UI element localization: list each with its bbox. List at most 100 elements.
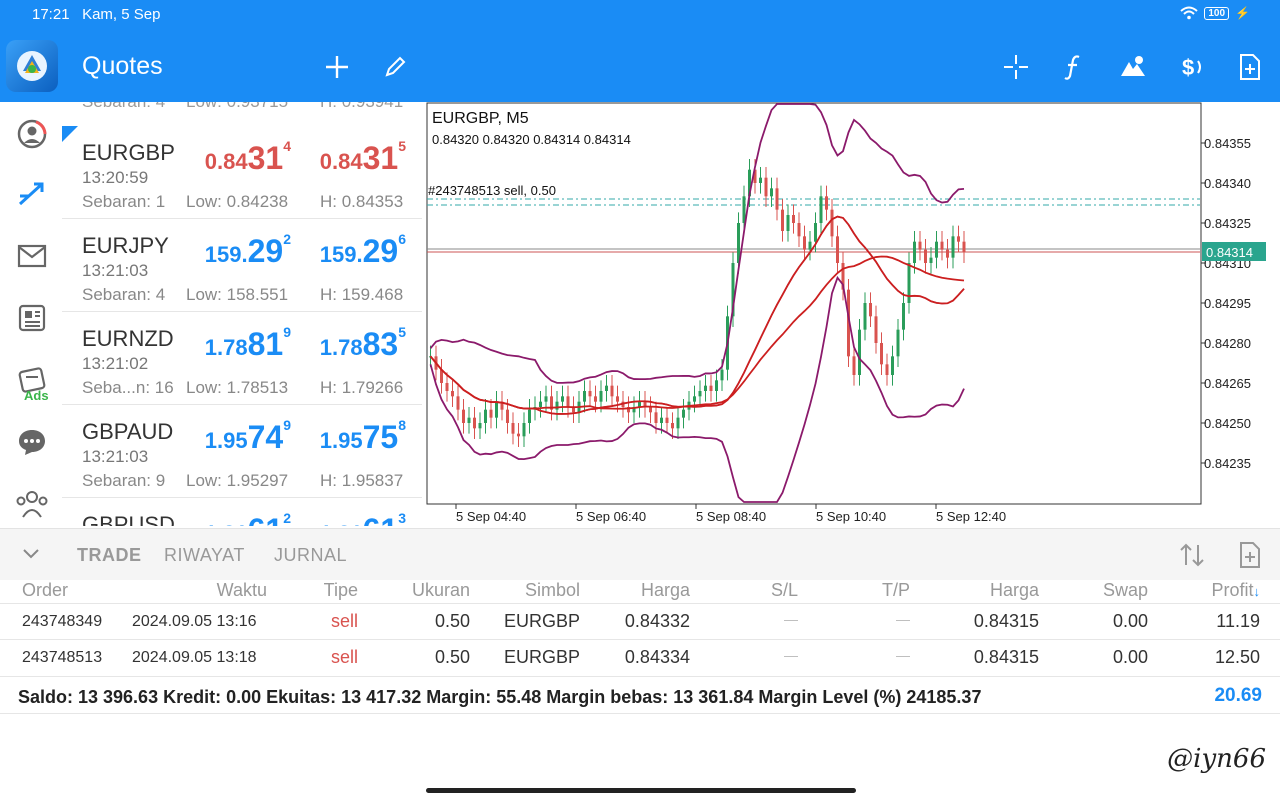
home-indicator[interactable] (426, 788, 856, 793)
nav-community[interactable] (10, 482, 54, 526)
col-sl: S/L (770, 580, 798, 600)
candle-body (616, 396, 619, 402)
trade-open-price: 0.84332 (624, 611, 690, 631)
trade-sl: — (784, 647, 798, 663)
candle-body (445, 383, 449, 391)
sort-icon[interactable] (1178, 542, 1206, 568)
crosshair-icon (1004, 55, 1028, 79)
nav-chat[interactable] (10, 420, 54, 464)
battery-icon: 100 (1204, 6, 1230, 20)
bid-price: 1.95749 (204, 417, 291, 455)
candle-body (506, 409, 509, 423)
nav-chart[interactable] (10, 172, 54, 216)
price-chart[interactable]: 0.84355 0.84340 0.84325 0.84310 0.84295 0.842… (426, 102, 1280, 526)
trade-order: 243748513 (22, 649, 103, 666)
new-document-icon (1240, 54, 1260, 80)
quote-row-gbpaud[interactable]: GBPAUD 13:21:03 Sebaran: 9 Low: 1.95297 H: 1… (62, 405, 422, 498)
candle-body (720, 369, 724, 381)
account-summary: Saldo: 13 396.63 Kredit: 0.00 Ekuitas: 1… (0, 678, 1280, 714)
candle-body (517, 433, 520, 437)
function-icon (1064, 55, 1080, 80)
edit-button[interactable] (378, 50, 412, 84)
table-row[interactable]: 243748349 2024.09.05 13:16 sell 0.50 EURGBP 0… (0, 603, 1280, 640)
chevron-down-icon[interactable] (22, 547, 40, 561)
trade-type: sell (330, 647, 358, 667)
candle-body (946, 249, 949, 258)
candle-body (676, 417, 680, 429)
tab-jurnal[interactable]: JURNAL (274, 545, 347, 566)
quote-symbol: EURJPY (82, 233, 169, 258)
candle-body (709, 385, 713, 391)
add-icon (326, 56, 348, 78)
x-tick-label: 5 Sep 08:40 (696, 509, 766, 524)
quote-row-eurnzd[interactable]: EURNZD 13:21:02 Seba...n: 16 Low: 1.78513 H:… (62, 312, 422, 405)
trade-open-price: 0.84334 (624, 647, 690, 667)
nav-news[interactable] (10, 296, 54, 340)
trade-price: 0.84315 (973, 647, 1039, 667)
candle-body (698, 391, 702, 397)
dollar-signal-icon: $ (1182, 55, 1201, 80)
quote-row-gbpusd[interactable]: GBPUSD 1.31612 1.31613 (62, 498, 422, 526)
quote-row-eurgbp[interactable]: EURGBP 13:20:59 Sebaran: 1 Low: 0.84238 H: 0… (62, 126, 422, 219)
table-row[interactable]: 243748513 2024.09.05 13:18 sell 0.50 EURGBP 0… (0, 640, 1280, 677)
ask-price: 159.296 (319, 231, 406, 269)
wifi-icon (1180, 6, 1199, 20)
app-logo[interactable] (6, 40, 58, 92)
chart-canvas[interactable]: 0.843550.843400.843250.843100.842950.842… (426, 102, 1280, 526)
candle-body (803, 236, 806, 250)
tab-trade[interactable]: TRADE (77, 545, 142, 566)
candle-body (852, 356, 856, 375)
x-tick-label: 5 Sep 12:40 (936, 509, 1006, 524)
candle-body (957, 236, 960, 242)
current-price-label: 0.84314 (1206, 245, 1253, 260)
candle-body (797, 223, 801, 237)
indicators-button[interactable] (1057, 50, 1091, 84)
y-tick-label: 0.84325 (1204, 216, 1251, 231)
chart-arrows-icon (18, 182, 44, 206)
objects-button[interactable] (1116, 50, 1150, 84)
candle-body (781, 209, 784, 231)
x-tick-label: 5 Sep 04:40 (456, 509, 526, 524)
status-icons: 100 ⚡ (1180, 6, 1250, 20)
sort-down-icon: ↓ (1253, 584, 1261, 599)
moving-average-slow (429, 255, 965, 410)
add-symbol-button[interactable] (320, 50, 354, 84)
candle-body (588, 391, 592, 397)
quote-high: H: 1.95837 (320, 471, 404, 490)
quote-low: Low: 1.78513 (186, 378, 289, 397)
candle-body (594, 396, 597, 402)
new-document-icon[interactable] (1238, 541, 1262, 569)
nav-mail[interactable] (10, 234, 54, 278)
quote-spread: Seba...n: 16 (82, 378, 174, 397)
candle-body (478, 423, 482, 429)
plot-frame (426, 102, 1202, 505)
nav-quotes[interactable] (10, 112, 54, 156)
trade-size: 0.50 (434, 647, 470, 667)
y-tick-label: 0.84235 (1204, 456, 1251, 471)
candle-body (792, 215, 795, 223)
bollinger-lower (429, 275, 965, 503)
crosshair-button[interactable] (999, 50, 1033, 84)
y-tick-label: 0.84340 (1204, 176, 1251, 191)
candle-body (858, 329, 861, 375)
trade-order: 243748349 (22, 613, 103, 630)
new-order-button[interactable] (1233, 50, 1267, 84)
candle-body (462, 409, 465, 423)
quote-time: 13:21:03 (82, 261, 149, 280)
quote-row-partial[interactable]: Sebaran: 4 Low: 0.93715 H: 0.93941 (62, 102, 422, 116)
quote-spread: Sebaran: 1 (82, 192, 166, 211)
col-open-price: Harga (640, 580, 690, 600)
ask-price: 0.84315 (319, 138, 406, 176)
quote-row-eurjpy[interactable]: EURJPY 13:21:03 Sebaran: 4 Low: 158.551 H: 1… (62, 219, 422, 312)
candle-body (830, 209, 834, 237)
candle-body (660, 417, 663, 423)
trade-button[interactable]: $ (1174, 50, 1208, 84)
candle-body (561, 396, 564, 402)
candle-body (489, 409, 493, 418)
candle-body (825, 196, 828, 210)
col-profit[interactable]: Profit↓ (1211, 580, 1260, 601)
candle-body (544, 396, 548, 402)
candle-body (891, 356, 894, 375)
tab-riwayat[interactable]: RIWAYAT (164, 545, 245, 566)
bid-price: 1.31612 (205, 510, 291, 526)
